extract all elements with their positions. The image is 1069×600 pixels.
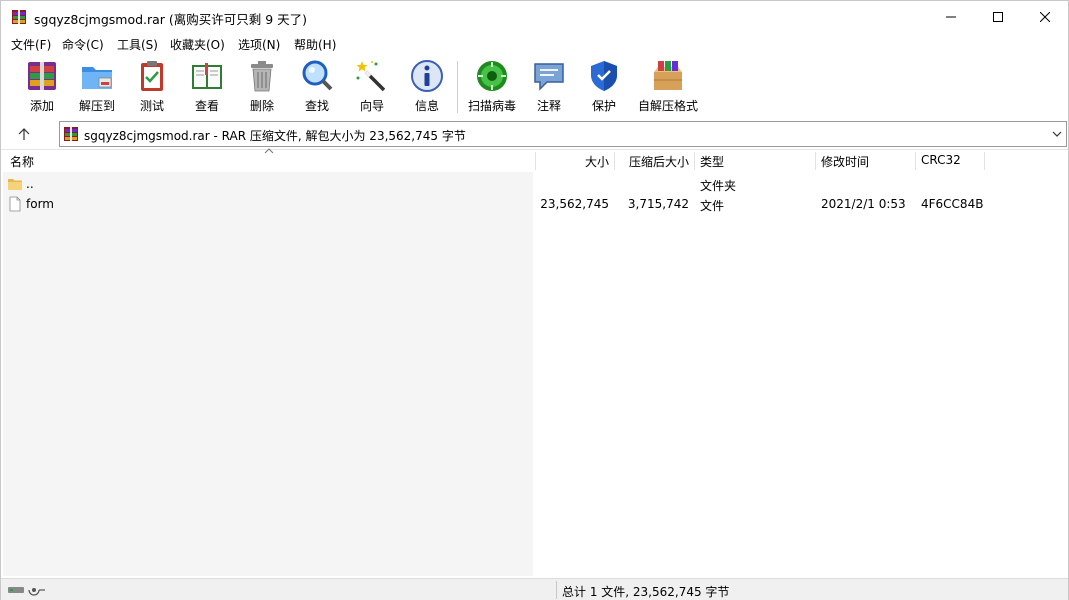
extract-to-button[interactable]: 解压到 xyxy=(69,58,125,116)
sfx-button[interactable]: 自解压格式 xyxy=(633,58,703,116)
menu-options[interactable]: 选项(N) xyxy=(238,36,280,53)
close-icon xyxy=(1040,12,1050,22)
file-icon xyxy=(9,196,21,212)
menu-commands[interactable]: 命令(C) xyxy=(62,36,104,53)
up-folder-button[interactable] xyxy=(13,124,35,144)
arrow-up-icon xyxy=(18,128,30,140)
shield-icon xyxy=(591,61,617,91)
column-divider[interactable] xyxy=(815,152,816,170)
add-archive-icon xyxy=(28,62,56,90)
file-packed-size: 3,715,742 xyxy=(627,197,689,211)
menu-file[interactable]: 文件(F) xyxy=(11,36,51,53)
column-divider[interactable] xyxy=(694,152,695,170)
status-separator xyxy=(556,581,557,599)
chevron-down-icon xyxy=(1052,131,1062,137)
info-button[interactable]: 信息 xyxy=(399,58,455,116)
minimize-icon xyxy=(946,16,956,18)
view-button[interactable]: 查看 xyxy=(179,58,235,116)
trash-icon xyxy=(251,61,273,92)
comment-button[interactable]: 注释 xyxy=(521,58,577,116)
title-bar[interactable]: sgqyz8cjmgsmod.rar (离购买许可只剩 9 天了) xyxy=(1,1,1068,33)
sfx-box-icon xyxy=(654,61,682,90)
delete-button[interactable]: 删除 xyxy=(234,58,290,116)
find-label: 查找 xyxy=(304,99,329,113)
address-field[interactable]: sgqyz8cjmgsmod.rar - RAR 压缩文件, 解包大小为 23,… xyxy=(59,121,1067,147)
file-type: 文件夹 xyxy=(700,179,737,193)
file-list-name-column-bg xyxy=(3,172,533,576)
drive-status-icon xyxy=(8,587,45,596)
address-dropdown-button[interactable] xyxy=(1050,126,1064,142)
close-button[interactable] xyxy=(1022,1,1068,33)
find-button[interactable]: 查找 xyxy=(289,58,345,116)
archive-icon xyxy=(64,127,78,141)
file-type: 文件 xyxy=(700,199,725,213)
column-packed[interactable]: 压缩后大小 xyxy=(629,153,689,170)
address-text: sgqyz8cjmgsmod.rar - RAR 压缩文件, 解包大小为 23,… xyxy=(84,129,466,143)
address-bar: sgqyz8cjmgsmod.rar - RAR 压缩文件, 解包大小为 23,… xyxy=(1,120,1068,148)
toolbar-separator xyxy=(457,61,458,113)
delete-label: 删除 xyxy=(249,99,274,113)
folder-icon xyxy=(8,179,22,190)
column-crc[interactable]: CRC32 xyxy=(921,153,961,167)
winrar-window: sgqyz8cjmgsmod.rar (离购买许可只剩 9 天了) 文件(F) … xyxy=(0,0,1069,600)
view-book-icon xyxy=(192,63,222,89)
menu-favorites[interactable]: 收藏夹(O) xyxy=(170,36,225,53)
list-item[interactable]: form 23,562,745 3,715,742 文件 2021/2/1 0:… xyxy=(1,194,1066,214)
wizard-label: 向导 xyxy=(359,99,384,113)
column-divider[interactable] xyxy=(984,152,985,170)
column-divider[interactable] xyxy=(535,152,536,170)
add-label: 添加 xyxy=(29,99,54,113)
protect-button[interactable]: 保护 xyxy=(576,58,632,116)
menu-help[interactable]: 帮助(H) xyxy=(294,36,336,53)
magnifier-icon xyxy=(302,60,333,91)
column-header: 名称 大小 压缩后大小 类型 修改时间 CRC32 xyxy=(1,148,1068,171)
maximize-button[interactable] xyxy=(975,1,1021,33)
protect-label: 保护 xyxy=(591,99,616,113)
comment-label: 注释 xyxy=(536,99,561,113)
file-crc: 4F6CC84B xyxy=(921,197,984,211)
window-title: sgqyz8cjmgsmod.rar (离购买许可只剩 9 天了) xyxy=(34,12,308,27)
menu-tools[interactable]: 工具(S) xyxy=(117,36,158,53)
add-button[interactable]: 添加 xyxy=(14,58,70,116)
extract-to-label: 解压到 xyxy=(78,99,115,113)
column-divider[interactable] xyxy=(915,152,916,170)
test-clipboard-icon xyxy=(141,61,163,91)
toolbar: 添加 解压到 测试 查看 删除 查找 向导 信息 扫描病毒 注释 保护 自解压格… xyxy=(1,55,1068,119)
column-type[interactable]: 类型 xyxy=(700,153,724,170)
info-label: 信息 xyxy=(414,99,439,113)
virus-scan-icon xyxy=(477,61,507,91)
test-label: 测试 xyxy=(139,99,164,113)
comment-icon xyxy=(534,63,564,91)
column-divider[interactable] xyxy=(614,152,615,170)
list-item[interactable]: .. 文件夹 xyxy=(1,174,1066,194)
file-name: .. xyxy=(26,177,34,191)
column-modified[interactable]: 修改时间 xyxy=(821,153,869,170)
file-size: 23,562,745 xyxy=(540,197,609,211)
view-label: 查看 xyxy=(194,99,219,113)
winrar-app-icon xyxy=(12,10,26,24)
minimize-button[interactable] xyxy=(928,1,974,33)
column-name[interactable]: 名称 xyxy=(10,153,34,170)
menu-bar: 文件(F) 命令(C) 工具(S) 收藏夹(O) 选项(N) 帮助(H) xyxy=(1,33,1068,55)
file-modified: 2021/2/1 0:53 xyxy=(821,197,906,211)
wizard-wand-icon xyxy=(356,61,386,92)
virus-scan-label: 扫描病毒 xyxy=(467,99,516,113)
info-icon xyxy=(411,60,443,92)
status-summary: 总计 1 文件, 23,562,745 字节 xyxy=(562,585,730,599)
status-bar: 总计 1 文件, 23,562,745 字节 xyxy=(1,578,1068,600)
sort-ascending-icon xyxy=(264,148,274,154)
maximize-icon xyxy=(993,12,1003,22)
sfx-label: 自解压格式 xyxy=(637,99,698,113)
test-button[interactable]: 测试 xyxy=(124,58,180,116)
file-name: form xyxy=(26,197,54,211)
virus-scan-button[interactable]: 扫描病毒 xyxy=(463,58,521,116)
extract-to-icon xyxy=(82,67,112,89)
column-size[interactable]: 大小 xyxy=(585,153,609,170)
wizard-button[interactable]: 向导 xyxy=(344,58,400,116)
